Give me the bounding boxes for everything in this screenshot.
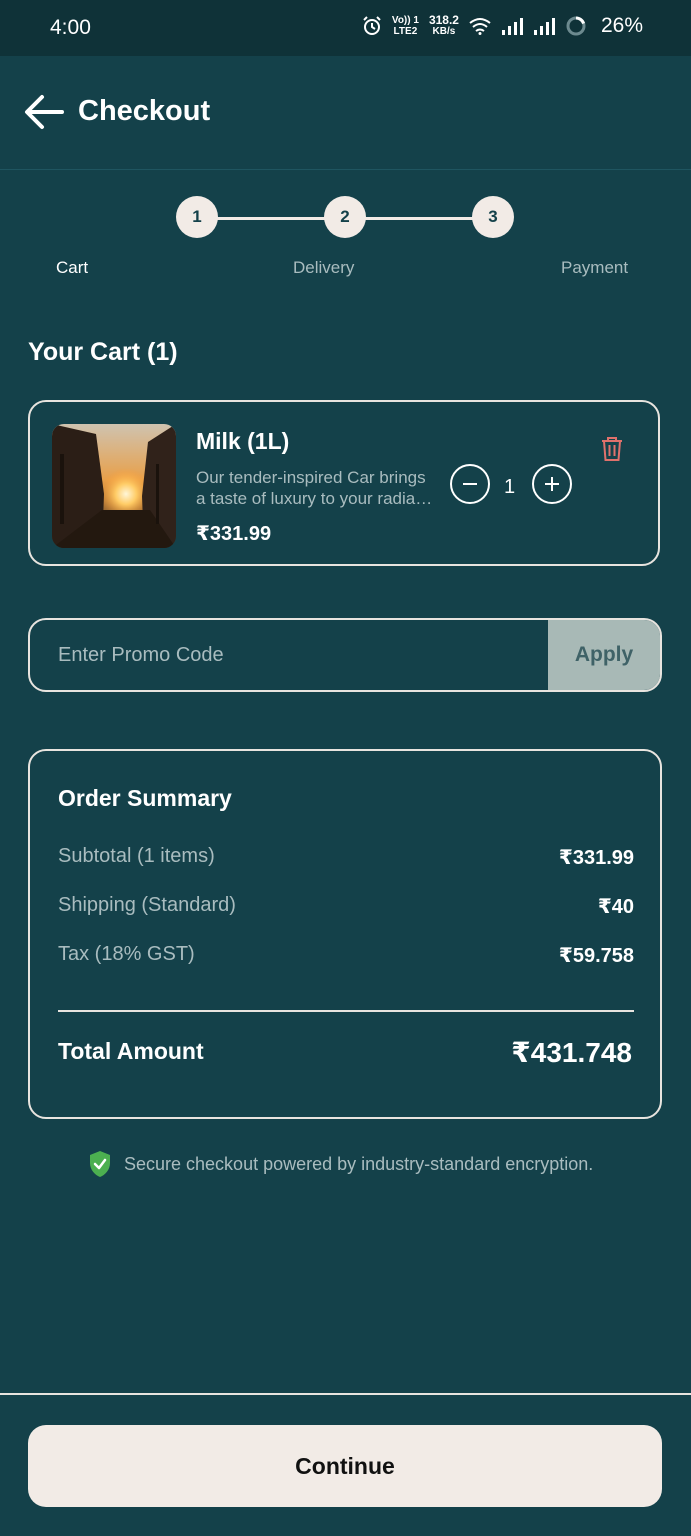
trash-icon [602,437,622,461]
cart-item-card: Milk (1L) Our tender-inspired Car brings… [28,400,660,566]
status-time: 4:00 [50,16,91,39]
summary-row-subtotal: Subtotal (1 items) ₹331.99 [58,845,634,870]
delete-item-button[interactable] [600,436,624,467]
signal-icon-1 [501,18,523,35]
tax-label: Tax (18% GST) [58,943,195,965]
data-speed: 318.2 KB/s [428,13,459,37]
apply-promo-button[interactable]: Apply [548,620,660,690]
product-image [52,424,176,548]
status-bar: 4:00 Vo)) 1 LTE2 318.2 KB/s 26% [0,0,691,56]
shield-check-icon [90,1151,110,1177]
battery-percent: 26% [600,14,643,37]
step-label-delivery: Delivery [293,258,355,277]
total-amount-label: Total Amount [58,1038,204,1064]
promo-code-input[interactable] [30,620,550,690]
cart-title: Your Cart (1) [28,338,178,366]
summary-row-tax: Tax (18% GST) ₹59.758 [58,943,634,968]
arrow-left-icon [25,95,64,129]
summary-row-shipping: Shipping (Standard) ₹40 [58,894,634,919]
product-description: Our tender-inspired Car brings a taste o… [196,468,433,508]
tax-value: ₹59.758 [558,945,634,967]
back-button[interactable] [22,92,66,132]
step-connector-2 [364,217,474,220]
wifi-icon [469,18,491,35]
network-type: Vo)) 1 LTE2 [391,15,419,37]
product-name: Milk (1L) [196,428,290,454]
app-header: Checkout [0,56,691,170]
summary-divider [58,1010,634,1012]
order-summary-card: Order Summary Subtotal (1 items) ₹331.99… [28,749,662,1119]
subtotal-label: Subtotal (1 items) [58,845,215,867]
footer-divider [0,1393,691,1395]
plus-icon [545,477,559,491]
battery-ring-icon [566,16,586,36]
step-circle-delivery[interactable]: 2 [324,196,366,238]
step-connector-1 [216,217,326,220]
quantity-value: 1 [504,476,516,498]
step-circle-payment[interactable]: 3 [472,196,514,238]
shipping-value: ₹40 [597,896,634,918]
checkout-stepper: 1 2 3 Cart Delivery Payment [0,196,691,286]
minus-icon [463,483,477,485]
secure-checkout-text: Secure checkout powered by industry-stan… [124,1153,594,1174]
status-icons: Vo)) 1 LTE2 318.2 KB/s 26% [362,14,643,38]
secure-checkout-note: Secure checkout powered by industry-stan… [88,1150,593,1178]
page-title: Checkout [78,95,211,127]
signal-icon-2 [533,18,555,35]
step-circle-cart[interactable]: 1 [176,196,218,238]
total-amount-value: ₹431.748 [511,1037,632,1068]
product-price: ₹331.99 [196,523,272,545]
subtotal-value: ₹331.99 [558,847,634,869]
step-label-cart: Cart [56,258,89,277]
promo-code-row: Apply [28,618,662,692]
continue-button[interactable]: Continue [28,1425,662,1507]
alarm-icon [363,16,381,35]
increase-quantity-button[interactable] [532,464,572,504]
step-label-payment: Payment [561,258,629,277]
shipping-label: Shipping (Standard) [58,894,236,916]
order-summary-title: Order Summary [58,785,232,811]
decrease-quantity-button[interactable] [450,464,490,504]
